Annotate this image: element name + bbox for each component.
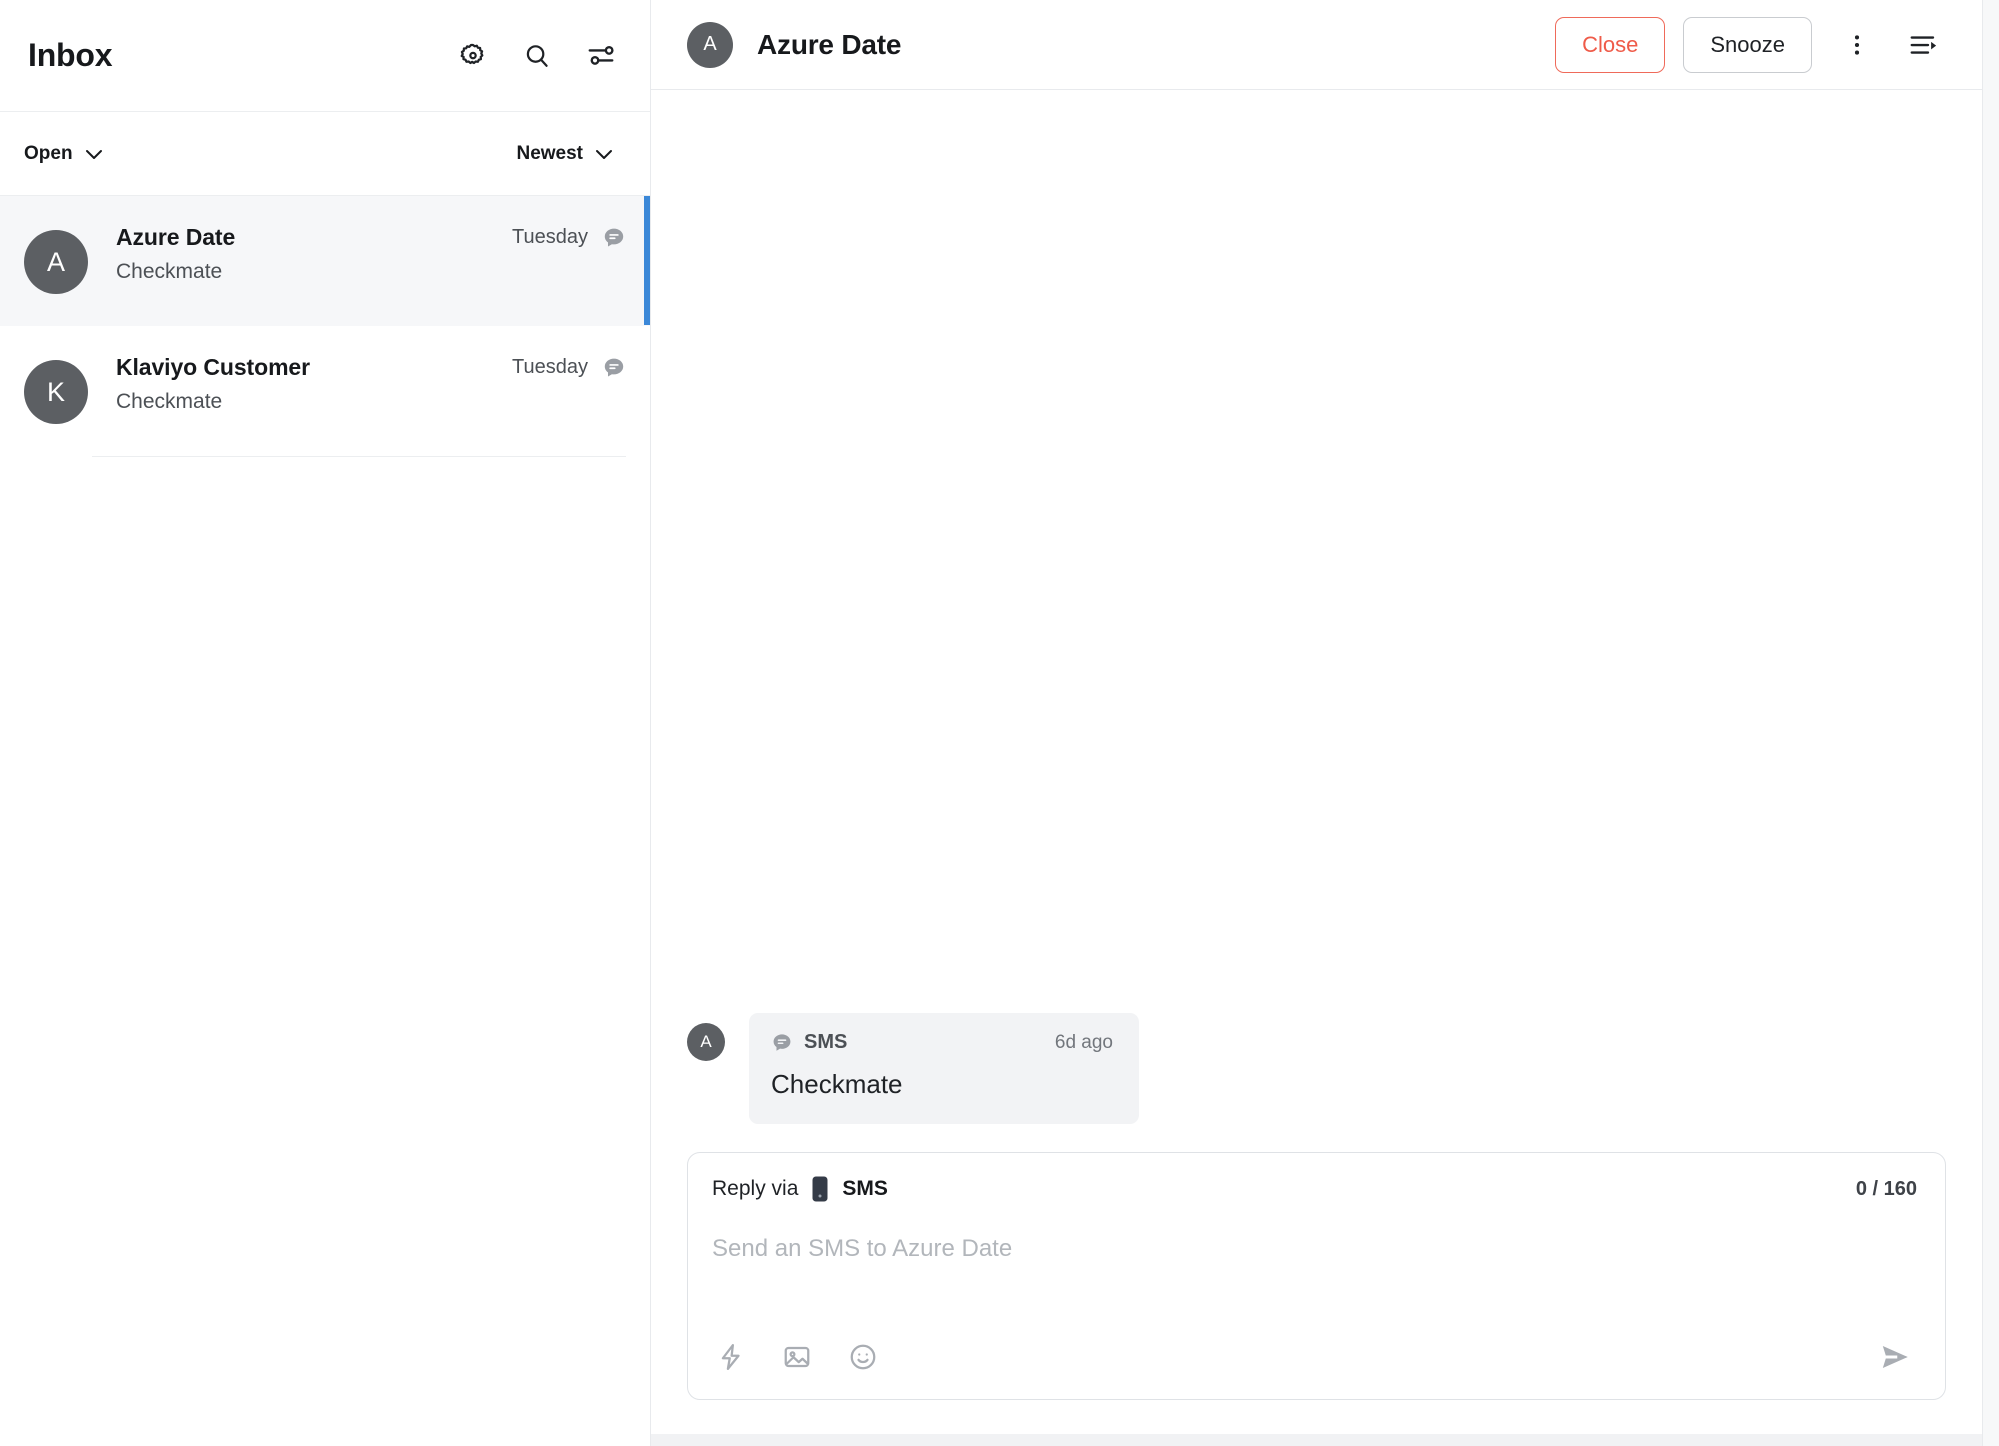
filter-sliders-icon[interactable] <box>584 39 618 73</box>
conversation-preview: Checkmate <box>116 260 223 283</box>
conversation-title: Azure Date <box>757 28 902 60</box>
conversation-meta: Tuesday <box>494 356 626 380</box>
message-channel: SMS <box>771 1031 847 1054</box>
conversation-preview: Checkmate <box>116 390 223 413</box>
inbox-filter-bar: Open Newest <box>0 112 650 196</box>
snooze-button[interactable]: Snooze <box>1683 16 1812 73</box>
status-filter-dropdown[interactable]: Open <box>24 142 106 166</box>
sms-bubble-icon <box>771 1032 793 1054</box>
send-button[interactable] <box>1873 1335 1917 1379</box>
conversation-item-header: Azure Date Tuesday <box>116 224 626 251</box>
search-icon[interactable] <box>520 39 554 73</box>
details-panel-icon[interactable] <box>1902 24 1944 66</box>
avatar: A <box>687 21 733 68</box>
conversation-item-header: Klaviyo Customer Tuesday <box>116 354 626 381</box>
image-attachment-icon[interactable] <box>778 1338 816 1376</box>
conversation-header-actions: Close Snooze <box>1555 16 1944 73</box>
bottom-strip <box>651 1434 1982 1446</box>
inbox-sidebar: Inbox Open Newest A Azure Date Tuesday C… <box>0 0 651 1446</box>
conversation-list: A Azure Date Tuesday Checkmate K Klaviyo… <box>0 196 650 1446</box>
conversation-meta: Tuesday <box>494 226 626 250</box>
composer-toolbar <box>712 1335 1917 1379</box>
composer-header: Reply via SMS 0 / 160 <box>712 1175 1917 1203</box>
avatar: A <box>687 1023 725 1062</box>
gear-icon[interactable] <box>456 39 490 73</box>
message-channel-label: SMS <box>804 1031 848 1054</box>
message-row: A SMS 6d ago Checkmate <box>687 1013 1946 1152</box>
reply-channel-selector[interactable]: Reply via SMS <box>712 1175 888 1203</box>
macro-lightning-icon[interactable] <box>712 1338 750 1376</box>
emoji-icon[interactable] <box>844 1338 882 1376</box>
reply-input[interactable]: Send an SMS to Azure Date <box>712 1235 1917 1313</box>
conversation-panel: A Azure Date Close Snooze A SMS 6d ago C… <box>651 0 1982 1446</box>
reply-channel-label: SMS <box>842 1177 888 1200</box>
page-title: Inbox <box>28 37 113 73</box>
sms-bubble-icon <box>602 356 626 380</box>
conversation-name: Azure Date <box>116 224 236 250</box>
close-button[interactable]: Close <box>1555 16 1666 73</box>
avatar: K <box>24 360 88 424</box>
conversation-item-body: Klaviyo Customer Tuesday Checkmate <box>116 354 626 414</box>
inbox-header-actions <box>456 39 618 73</box>
mobile-phone-icon <box>810 1175 830 1203</box>
composer-wrapper: Reply via SMS 0 / 160 Send an SMS to Azu… <box>651 1152 1982 1446</box>
reply-composer: Reply via SMS 0 / 160 Send an SMS to Azu… <box>687 1152 1946 1400</box>
list-divider <box>92 456 626 457</box>
avatar: A <box>24 230 88 294</box>
sort-filter-label: Newest <box>516 142 583 164</box>
message-timestamp: 6d ago <box>1054 1031 1113 1053</box>
conversation-header: A Azure Date Close Snooze <box>651 0 1982 90</box>
app-root: Inbox Open Newest A Azure Date Tuesday C… <box>0 0 1999 1446</box>
composer-tool-group <box>712 1338 882 1376</box>
message-bubble: SMS 6d ago Checkmate <box>749 1013 1139 1124</box>
inbox-header: Inbox <box>0 0 650 112</box>
conversation-item-body: Azure Date Tuesday Checkmate <box>116 224 626 284</box>
chevron-down-icon <box>592 142 616 166</box>
sort-filter-dropdown[interactable]: Newest <box>516 142 616 166</box>
right-rail <box>1982 0 1999 1446</box>
reply-via-label: Reply via <box>712 1177 799 1200</box>
message-thread: A SMS 6d ago Checkmate <box>651 90 1982 1152</box>
conversation-list-item[interactable]: K Klaviyo Customer Tuesday Checkmate <box>0 326 650 456</box>
conversation-list-item[interactable]: A Azure Date Tuesday Checkmate <box>0 196 650 326</box>
message-text: Checkmate <box>771 1069 903 1100</box>
conversation-timestamp: Tuesday <box>512 226 588 248</box>
sms-bubble-icon <box>602 226 626 250</box>
status-filter-label: Open <box>24 142 73 164</box>
character-counter: 0 / 160 <box>1855 1177 1917 1200</box>
conversation-name: Klaviyo Customer <box>116 354 310 380</box>
chevron-down-icon <box>82 142 106 166</box>
message-bubble-header: SMS 6d ago <box>771 1031 1113 1054</box>
more-vertical-icon[interactable] <box>1836 24 1878 66</box>
conversation-timestamp: Tuesday <box>512 356 588 378</box>
